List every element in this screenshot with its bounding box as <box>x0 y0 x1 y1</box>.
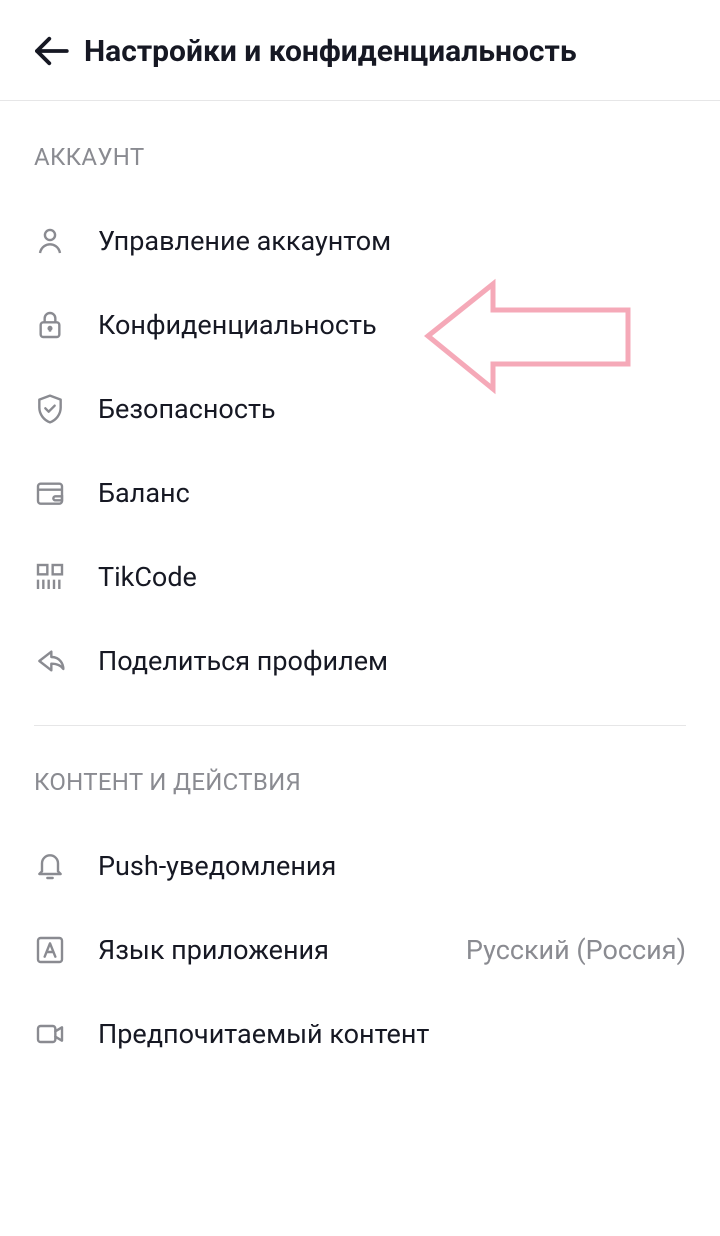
qrcode-icon <box>34 561 66 593</box>
menu-item-tikcode[interactable]: TikCode <box>0 535 720 619</box>
menu-item-privacy[interactable]: Конфиденциальность <box>0 283 720 367</box>
menu-item-push-notifications[interactable]: Push-уведомления <box>0 824 720 908</box>
menu-item-label: Предпочитаемый контент <box>98 1018 686 1050</box>
menu-item-balance[interactable]: Баланс <box>0 451 720 535</box>
menu-item-label: Управление аккаунтом <box>98 225 686 257</box>
menu-item-preferred-content[interactable]: Предпочитаемый контент <box>0 992 720 1076</box>
header: Настройки и конфиденциальность <box>0 0 720 101</box>
menu-item-security[interactable]: Безопасность <box>0 367 720 451</box>
menu-item-label: Баланс <box>98 477 686 509</box>
menu-item-label: Конфиденциальность <box>98 309 686 341</box>
menu-item-label: Push-уведомления <box>98 850 686 882</box>
back-arrow-icon[interactable] <box>30 30 72 72</box>
menu-item-label: TikCode <box>98 561 686 593</box>
page-title: Настройки и конфиденциальность <box>84 34 577 69</box>
bell-icon <box>34 850 66 882</box>
wallet-icon <box>34 477 66 509</box>
menu-item-label: Безопасность <box>98 393 686 425</box>
section-title-content: КОНТЕНТ И ДЕЙСТВИЯ <box>0 726 720 824</box>
menu-item-label: Язык приложения <box>98 934 434 966</box>
share-icon <box>34 645 66 677</box>
menu-item-manage-account[interactable]: Управление аккаунтом <box>0 199 720 283</box>
menu-item-app-language[interactable]: Язык приложения Русский (Россия) <box>0 908 720 992</box>
lock-icon <box>34 309 66 341</box>
language-icon <box>34 934 66 966</box>
menu-item-label: Поделиться профилем <box>98 645 686 677</box>
menu-item-value: Русский (Россия) <box>466 934 686 966</box>
section-title-account: АККАУНТ <box>0 101 720 199</box>
video-icon <box>34 1018 66 1050</box>
shield-icon <box>34 393 66 425</box>
person-icon <box>34 225 66 257</box>
menu-item-share-profile[interactable]: Поделиться профилем <box>0 619 720 703</box>
